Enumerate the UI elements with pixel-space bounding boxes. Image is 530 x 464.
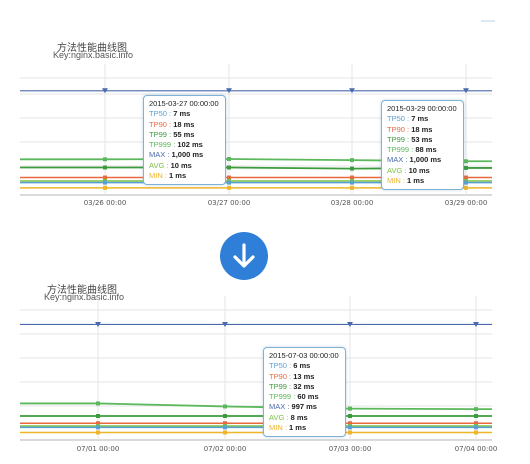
tooltip-row: TP90 : 13 ms (269, 371, 315, 381)
data-point-tp50 (348, 425, 352, 430)
tooltip-value: 1 ms (407, 176, 425, 186)
data-point-min (223, 430, 227, 435)
data-point-tp999 (348, 406, 352, 411)
data-point-tp999 (223, 404, 227, 409)
tooltip-value: 1,000 ms (409, 155, 442, 165)
tooltip-label: MIN (269, 423, 283, 433)
data-point-min (96, 430, 100, 435)
x-tick-label: 07/01 00:00 (77, 445, 120, 453)
tooltip-value: 1 ms (289, 423, 307, 433)
tooltip-row: MAX : 997 ms (269, 402, 317, 412)
tooltip-header: 2015-03-29 00:00:00 (387, 104, 457, 113)
tooltip-label: TP99 (269, 381, 287, 391)
tooltip-row: MAX : 1,000 ms (387, 155, 442, 165)
tooltip-value: 18 ms (173, 119, 195, 129)
tooltip-row: MIN : 1 ms (149, 171, 187, 181)
tooltip-label: TP999 (269, 392, 292, 402)
tooltip-label: TP999 (387, 145, 410, 155)
tooltip: 2015-03-29 00:00:00 TP50 : 7 ms TP90 : 18 … (381, 100, 464, 191)
data-point-tp50 (96, 425, 100, 430)
tooltip-value: 997 ms (291, 402, 317, 412)
x-tick-label: 07/04 00:00 (455, 445, 498, 453)
tooltip-header: 2015-03-27 00:00:00 (149, 99, 219, 108)
tooltip-label: MIN (149, 171, 163, 181)
tooltip-row: TP999 : 60 ms (269, 392, 319, 402)
data-point-tp99 (348, 414, 352, 419)
x-tick-label: 07/03 00:00 (329, 445, 372, 453)
tooltip-value: 1 ms (169, 171, 187, 181)
tooltip-label: TP90 (149, 119, 167, 129)
data-point-tp99 (223, 414, 227, 419)
data-point-tp999 (474, 407, 478, 412)
tooltip-label: MAX (387, 155, 404, 165)
tooltip-label: AVG (269, 412, 285, 422)
tooltip-value: 88 ms (415, 145, 437, 155)
tooltip-row: TP50 : 7 ms (149, 109, 191, 119)
tooltip-label: TP50 (269, 361, 287, 371)
tooltip-row: TP50 : 7 ms (387, 114, 429, 124)
tooltip-label: TP50 (149, 109, 167, 119)
tooltip-value: 7 ms (411, 114, 429, 124)
tooltip-label: AVG (387, 165, 403, 175)
tooltip-value: 53 ms (411, 134, 433, 144)
tooltip-row: AVG : 8 ms (269, 412, 308, 422)
tooltip-value: 7 ms (173, 109, 191, 119)
tooltip-value: 10 ms (408, 165, 430, 175)
tooltip-row: TP99 : 32 ms (269, 381, 315, 391)
tooltip-row: MIN : 1 ms (387, 176, 425, 186)
tooltip-label: TP90 (269, 371, 287, 381)
data-point-tp999 (96, 401, 100, 406)
tooltip-row: TP90 : 18 ms (387, 124, 433, 134)
tooltip-label: TP99 (149, 129, 167, 139)
data-point-tp99 (96, 414, 100, 419)
data-point-tp99 (474, 414, 478, 419)
tooltip-row: AVG : 10 ms (387, 165, 430, 175)
tooltip-row: AVG : 10 ms (149, 160, 192, 170)
tooltip-value: 60 ms (297, 392, 319, 402)
tooltip-header: 2015-07-03 00:00:00 (269, 351, 339, 360)
tooltip: 2015-03-27 00:00:00 TP50 : 7 ms TP90 : 18 … (143, 95, 226, 186)
tooltip-value: 13 ms (293, 371, 315, 381)
tooltip-row: TP99 : 55 ms (149, 129, 195, 139)
tooltip-label: MAX (149, 150, 166, 160)
tooltip-value: 8 ms (290, 412, 308, 422)
tooltip-label: TP99 (387, 134, 405, 144)
tooltip-row: MIN : 1 ms (269, 423, 307, 433)
tooltip-value: 32 ms (293, 381, 315, 391)
tooltip-value: 6 ms (293, 361, 311, 371)
tooltip-label: TP999 (149, 140, 172, 150)
tooltip-row: MAX : 1,000 ms (149, 150, 204, 160)
tooltip-value: 10 ms (170, 160, 192, 170)
data-point-tp50 (223, 425, 227, 430)
tooltip-value: 55 ms (173, 129, 195, 139)
data-point-min (348, 430, 352, 435)
tooltip-row: TP999 : 102 ms (149, 140, 203, 150)
tooltip-label: MAX (269, 402, 286, 412)
tooltip-label: AVG (149, 160, 165, 170)
data-point-tp50 (474, 425, 478, 430)
tooltip-row: TP999 : 88 ms (387, 145, 437, 155)
tooltip-label: MIN (387, 176, 401, 186)
tooltip-label: TP50 (387, 114, 405, 124)
tooltip-row: TP90 : 18 ms (149, 119, 195, 129)
tooltip-label: TP90 (387, 124, 405, 134)
tooltip: 2015-07-03 00:00:00 TP50 : 6 ms TP90 : 13 … (263, 347, 346, 438)
tooltip-row: TP50 : 6 ms (269, 361, 311, 371)
tooltip-value: 1,000 ms (171, 150, 204, 160)
x-tick-label: 07/02 00:00 (204, 445, 247, 453)
tooltip-value: 18 ms (411, 124, 433, 134)
tooltip-row: TP99 : 53 ms (387, 134, 433, 144)
data-point-min (474, 430, 478, 435)
tooltip-value: 102 ms (177, 140, 203, 150)
